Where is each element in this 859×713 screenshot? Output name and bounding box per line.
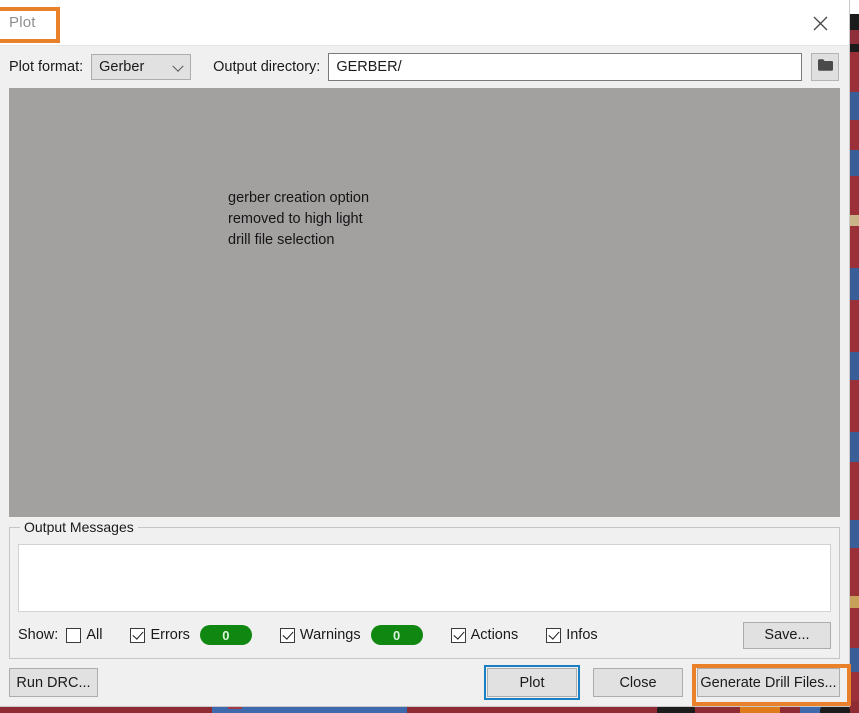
output-directory-input[interactable]: GERBER/ <box>328 53 803 81</box>
message-filter-row: Show: All Errors 0 Warnings 0 Actions In… <box>18 618 831 652</box>
plot-button[interactable]: Plot <box>484 665 580 700</box>
page-title: Plot <box>9 14 36 31</box>
browse-directory-button[interactable] <box>811 53 840 81</box>
checkbox-icon-actions <box>450 627 466 643</box>
checkbox-icon-warnings <box>279 627 295 643</box>
close-dialog-button[interactable]: Close <box>593 668 683 697</box>
status-badge-warnings: 0 <box>370 625 423 645</box>
filter-checkbox-actions[interactable]: Actions <box>450 627 519 643</box>
plot-options-row: Plot format: Gerber Output directory: GE… <box>0 46 849 88</box>
plot-layers-panel: gerber creation option removed to high l… <box>9 88 840 517</box>
output-directory-label: Output directory: <box>213 59 321 75</box>
plot-format-value: Gerber <box>99 59 145 75</box>
save-messages-button[interactable]: Save... <box>743 621 831 649</box>
dialog-titlebar: Plot <box>0 0 849 46</box>
output-directory-value: GERBER/ <box>336 59 402 75</box>
filter-label-infos: Infos <box>566 627 598 643</box>
plot-format-select[interactable]: Gerber <box>91 54 192 80</box>
status-badge-errors: 0 <box>199 625 252 645</box>
chevron-down-icon <box>172 60 184 72</box>
run-drc-button[interactable]: Run DRC... <box>9 668 98 697</box>
filter-label-errors: Errors <box>150 627 190 643</box>
filter-label-all: All <box>86 627 103 643</box>
filter-checkbox-errors[interactable]: Errors <box>130 627 190 643</box>
close-icon <box>813 16 828 31</box>
folder-icon <box>817 58 834 77</box>
filter-checkbox-warnings[interactable]: Warnings <box>279 627 361 643</box>
checkbox-icon-errors <box>130 627 146 643</box>
filter-checkbox-all[interactable]: All <box>66 627 102 643</box>
filter-label-actions: Actions <box>470 627 519 643</box>
checkbox-icon-all <box>66 627 82 643</box>
filter-label-warnings: Warnings <box>299 627 361 643</box>
generate-drill-files-button[interactable]: Generate Drill Files... <box>697 668 840 697</box>
output-messages-legend: Output Messages <box>20 519 138 535</box>
checkbox-icon-infos <box>546 627 562 643</box>
plot-dialog: Plot Plot format: Gerber Output director… <box>0 0 851 707</box>
plot-format-label: Plot format: <box>9 59 84 75</box>
annotation-note-text: gerber creation option removed to high l… <box>228 190 370 248</box>
close-button[interactable] <box>797 4 843 42</box>
output-messages-group: Output Messages Show: All Errors 0 Warni… <box>9 519 840 659</box>
output-messages-textarea[interactable] <box>18 544 831 612</box>
filter-checkbox-infos[interactable]: Infos <box>546 627 598 643</box>
show-label: Show: <box>18 627 59 643</box>
dialog-button-bar: Run DRC... Plot Close Generate Drill Fil… <box>0 659 851 706</box>
